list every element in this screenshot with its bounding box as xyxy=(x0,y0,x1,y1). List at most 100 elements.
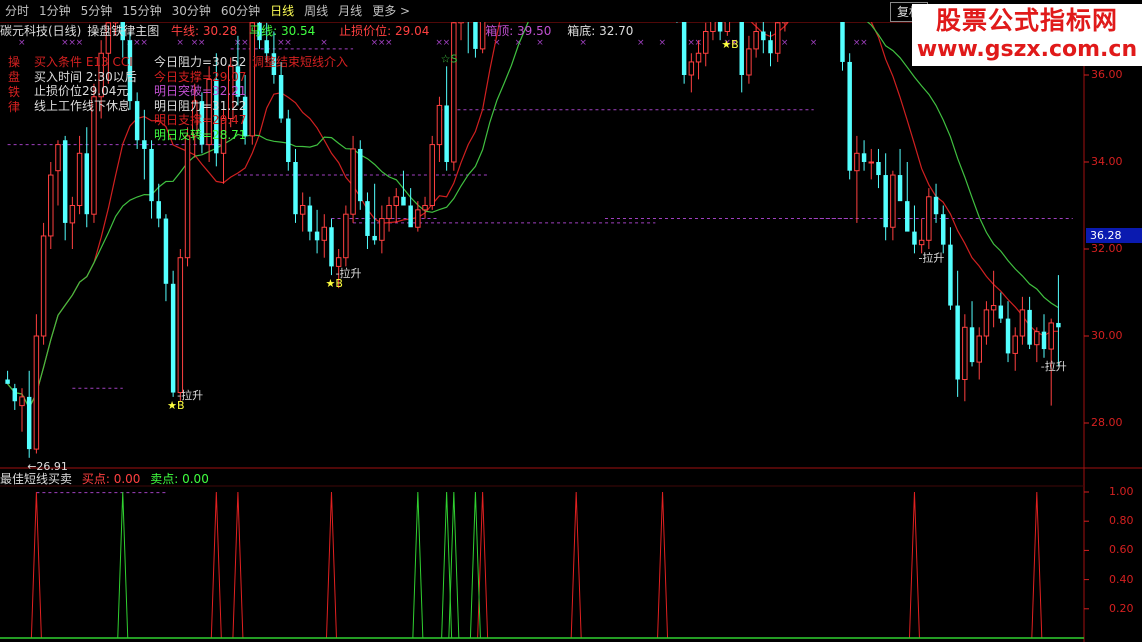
candle-body-down xyxy=(998,305,1004,319)
candle-body-down xyxy=(969,327,975,363)
candle-body-up xyxy=(40,235,47,337)
buy-signal-spike xyxy=(908,491,920,639)
decor-x-marker: × xyxy=(860,38,868,48)
candle-body-up xyxy=(379,218,385,241)
tab-period[interactable]: 日线 xyxy=(265,0,299,22)
watermark-url: www.gszx.com.cn xyxy=(916,37,1138,62)
tab-period[interactable]: 周线 xyxy=(299,0,333,22)
sell-star-marker: ☆S xyxy=(441,52,458,65)
candle-body-down xyxy=(372,235,377,241)
sell-signal-spike xyxy=(412,491,424,639)
tab-period[interactable]: 5分钟 xyxy=(76,0,118,22)
today-support: 今日支撑=29.07 xyxy=(154,69,247,84)
lashen-label: -拉升 xyxy=(1041,359,1067,373)
candle-body-up xyxy=(746,48,752,76)
tab-period[interactable]: 更多 > xyxy=(367,0,415,22)
candle-body-up xyxy=(415,209,421,228)
sub-tick-label: 0.40 xyxy=(1109,572,1134,586)
lashen-label: -拉升 xyxy=(177,388,203,402)
candle-body-down xyxy=(444,105,449,162)
side-char: 铁 xyxy=(8,85,21,99)
candle-body-up xyxy=(19,396,25,407)
candle-body-down xyxy=(681,14,687,76)
price-tick-label: 32.00 xyxy=(1091,242,1123,255)
watermark-title: 股票公式指标网 xyxy=(935,6,1118,35)
tab-period[interactable]: 分时 xyxy=(0,0,34,22)
candle-body-down xyxy=(84,153,89,215)
candle-body-up xyxy=(76,152,83,207)
candle-body-down xyxy=(163,218,169,284)
buy-signal-spike xyxy=(232,491,244,639)
candle-body-up xyxy=(926,196,932,241)
side-char: 律 xyxy=(8,100,21,114)
candle-body-down xyxy=(365,201,370,236)
buy-signal-spike xyxy=(477,491,489,639)
candle-body-up xyxy=(69,205,76,224)
candle-body-down xyxy=(912,231,917,245)
buy-signal-spike xyxy=(210,491,222,639)
sell-signal-spike xyxy=(448,491,460,639)
sub-tick-label: 0.80 xyxy=(1109,514,1134,528)
sub-panel-header: 最佳短线买卖 买点: 0.00 卖点: 0.00 xyxy=(0,470,209,488)
stoploss-text: 止损价位29.04元 xyxy=(34,84,129,98)
candle-body-down xyxy=(12,388,18,402)
decor-x-marker: × xyxy=(659,38,667,48)
candle-body-down xyxy=(883,175,888,228)
current-price-tag: 36.28 xyxy=(1086,228,1142,243)
candle-body-down xyxy=(933,196,939,215)
candle-body-up xyxy=(33,335,40,450)
side-char: 操 xyxy=(8,55,21,69)
decor-x-marker: × xyxy=(781,38,789,48)
buy-point-value: 买点: 0.00 xyxy=(81,472,141,486)
rule-text: 线上工作线下休息 xyxy=(34,98,131,113)
info-left-panel: 买入条件 E13 CCI 买入时间 2:30以后 止损价位29.04元 线上工作… xyxy=(34,55,137,113)
candle-body-down xyxy=(358,148,363,202)
candle-body-down xyxy=(768,40,773,54)
candle-body-up xyxy=(918,239,925,246)
candle-body-down xyxy=(149,148,154,202)
side-char: 盘 xyxy=(8,70,21,84)
candle-body-up xyxy=(1048,322,1054,350)
candle-body-up xyxy=(350,148,356,215)
candle-body-down xyxy=(847,61,852,171)
sub-tick-label: 0.60 xyxy=(1109,543,1134,557)
box-top-value: 箱顶: 39.50 xyxy=(485,24,552,38)
buy-condition: 买入条件 E13 CCI xyxy=(34,55,133,69)
candle-body-up xyxy=(429,144,435,207)
candle-body-down xyxy=(955,305,960,380)
candle-body-up xyxy=(1012,335,1018,354)
candle-body-down xyxy=(1056,322,1061,328)
buy-signal-spike xyxy=(657,491,669,639)
decor-x-marker: × xyxy=(810,38,818,48)
candle-body-down xyxy=(897,175,903,202)
sell-signal-spike xyxy=(117,491,129,639)
candle-body-up xyxy=(890,174,896,228)
info-note: 调整结束短线介入 xyxy=(252,55,349,69)
sub-tick-label: 1.00 xyxy=(1109,485,1134,498)
tab-period[interactable]: 1分钟 xyxy=(34,0,76,22)
candle-body-down xyxy=(5,379,10,384)
tab-period[interactable]: 60分钟 xyxy=(216,0,265,22)
side-label: 操 盘 铁 律 xyxy=(8,55,22,115)
candle-body-up xyxy=(393,196,399,207)
candle-body-up xyxy=(703,31,709,54)
tomorrow-breakout: 明日突破=32.21 xyxy=(154,84,247,98)
tab-period[interactable]: 15分钟 xyxy=(117,0,166,22)
tab-period[interactable]: 月线 xyxy=(333,0,367,22)
candle-body-down xyxy=(156,201,161,219)
maxian-value: 马线: 30.54 xyxy=(249,24,316,38)
candle-body-up xyxy=(962,326,968,380)
sell-signal-spike xyxy=(441,491,453,639)
candle-body-up xyxy=(299,205,306,215)
candle-body-down xyxy=(905,201,910,232)
candle-body-up xyxy=(343,213,349,259)
buy-time: 买入时间 2:30以后 xyxy=(34,69,137,84)
tab-period[interactable]: 30分钟 xyxy=(167,0,216,22)
price-tick-label: 28.00 xyxy=(1091,416,1123,429)
indicator-header: 碳元科技(日线) 操盘铁律主图 牛线: 30.28 马线: 30.54 止损价位… xyxy=(0,22,633,40)
sub-tick-label: 0.20 xyxy=(1109,601,1134,615)
price-tick-label: 30.00 xyxy=(1091,329,1123,342)
candle-body-up xyxy=(990,305,997,311)
candle-body-up xyxy=(422,205,428,211)
candle-body-up xyxy=(774,22,781,54)
